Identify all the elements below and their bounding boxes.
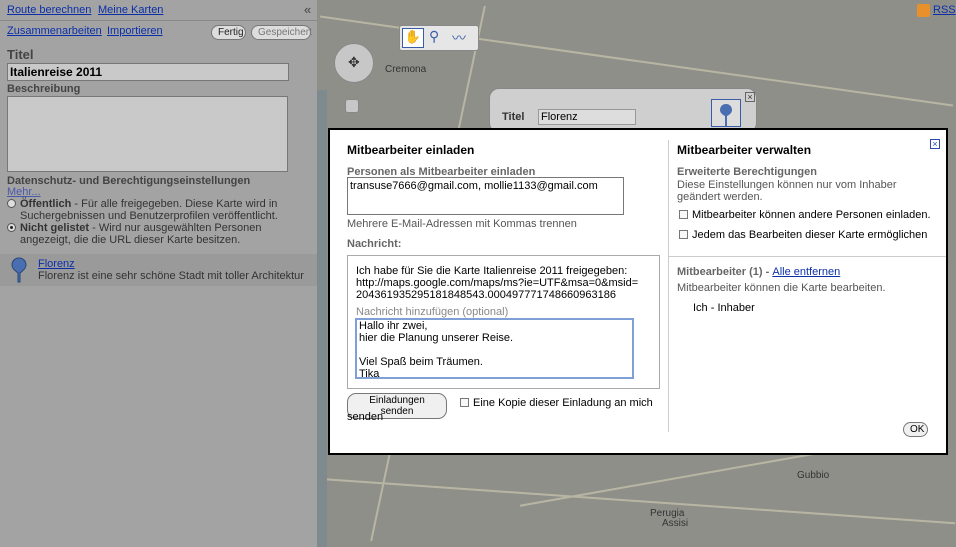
route-link[interactable]: Route berechnen: [7, 4, 91, 16]
left-panel: Route berechnen Meine Karten « Zusammena…: [0, 0, 317, 547]
message-label: Nachricht:: [347, 238, 402, 250]
collapse-icon[interactable]: «: [304, 2, 311, 17]
option-edit-label: Jedem das Bearbeiten dieser Karte ermögl…: [692, 229, 928, 241]
message-box: Ich habe für Sie die Karte Italienreise …: [347, 255, 660, 389]
ok-button[interactable]: OK: [903, 422, 928, 437]
pan-control[interactable]: ✥: [334, 43, 374, 83]
message-line: Ich habe für Sie die Karte Italienreise …: [356, 265, 628, 277]
copy-label: Eine Kopie dieser Einladung an mich send…: [347, 397, 653, 423]
line-tool-icon[interactable]: 〰: [452, 28, 466, 48]
unlisted-label: Nicht gelistet: [20, 222, 90, 234]
info-title-input[interactable]: Florenz: [538, 109, 636, 125]
info-title-label: Titel: [502, 111, 525, 123]
collaborate-link[interactable]: Zusammenarbeiten: [7, 25, 102, 37]
message-line: http://maps.google.com/maps/ms?ie=UTF&ms…: [356, 277, 639, 289]
option-invite[interactable]: Mitbearbeiter können andere Personen ein…: [679, 209, 931, 221]
advanced-label: Erweiterte Berechtigungen: [677, 166, 817, 178]
copy-option[interactable]: Eine Kopie dieser Einladung an mich send…: [347, 396, 657, 424]
my-maps-link[interactable]: Meine Karten: [98, 4, 163, 16]
message-placeholder: Nachricht hinzufügen (optional): [356, 306, 509, 318]
rss-icon[interactable]: [917, 4, 930, 17]
placemark-tool-icon[interactable]: ⚲: [429, 28, 439, 45]
owner-entry: Ich - Inhaber: [693, 302, 755, 314]
invite-hint: Mehrere E-Mail-Adressen mit Kommas trenn…: [347, 218, 577, 230]
import-link[interactable]: Importieren: [107, 25, 163, 37]
map-label: Assisi: [662, 518, 689, 529]
collaborators-desc: Mitbearbeiter können die Karte bearbeite…: [677, 282, 886, 294]
copy-checkbox[interactable]: [460, 398, 469, 407]
place-name-link[interactable]: Florenz: [38, 258, 75, 270]
place-list-item[interactable]: Florenz Florenz ist eine sehr schöne Sta…: [0, 254, 317, 286]
personal-message-textarea[interactable]: Hallo ihr zwei, hier die Planung unserer…: [355, 318, 634, 380]
public-label: Öffentlich: [20, 198, 72, 210]
place-description: Florenz ist eine sehr schöne Stadt mit t…: [38, 270, 304, 282]
invite-emails-input[interactable]: transuse7666@gmail.com, mollie1133@gmail…: [347, 177, 624, 215]
done-button[interactable]: Fertig: [211, 25, 246, 40]
map-label: Cremona: [385, 64, 427, 75]
option-invite-label: Mitbearbeiter können andere Personen ein…: [692, 209, 931, 221]
placemark-style-icon[interactable]: [711, 99, 741, 127]
map-title-input[interactable]: Italienreise 2011: [7, 63, 289, 81]
privacy-heading: Datenschutz- und Berechtigungseinstellun…: [7, 175, 251, 187]
radio-unlisted[interactable]: [7, 223, 16, 232]
pan-hand-icon: ✥: [348, 54, 360, 70]
info-window: Titel Florenz ×: [489, 88, 757, 133]
description-textarea[interactable]: [7, 96, 288, 172]
radio-public[interactable]: [7, 199, 16, 208]
public-option[interactable]: Öffentlich - Für alle freigegeben. Diese…: [7, 198, 307, 222]
unlisted-option[interactable]: Nicht gelistet - Wird nur ausgewählten P…: [7, 222, 307, 246]
divider: [0, 20, 317, 21]
hand-tool-icon[interactable]: ✋: [402, 28, 424, 48]
sea: [317, 90, 327, 547]
message-line: 204361935295181848543.000497771748660963…: [356, 289, 616, 301]
advanced-desc: Diese Einstellungen können nur vom Inhab…: [677, 179, 897, 203]
allow-edit-checkbox[interactable]: [679, 230, 688, 239]
collaborators-label: Mitbearbeiter (1) -: [677, 266, 773, 278]
invite-title: Mitbearbeiter einladen: [347, 143, 475, 157]
title-label: Titel: [7, 47, 34, 62]
remove-all-link[interactable]: Alle entfernen: [772, 266, 840, 278]
divider: [668, 140, 669, 432]
dialog-close-icon[interactable]: ×: [930, 139, 940, 149]
map-label: Gubbio: [797, 470, 830, 481]
rss-link[interactable]: RSS: [933, 4, 956, 16]
zoom-in-icon[interactable]: [345, 99, 359, 113]
placemark-icon: [11, 257, 27, 283]
divider: [669, 256, 946, 257]
description-label: Beschreibung: [7, 83, 81, 95]
invite-others-checkbox[interactable]: [679, 210, 688, 219]
option-edit[interactable]: Jedem das Bearbeiten dieser Karte ermögl…: [679, 229, 927, 241]
more-link[interactable]: Mehr...: [7, 186, 41, 198]
info-close-icon[interactable]: ×: [745, 92, 755, 102]
edit-toolbar: ✋ ⚲ 〰: [399, 25, 479, 51]
manage-title: Mitbearbeiter verwalten: [677, 143, 812, 157]
share-dialog: Mitbearbeiter einladen Personen als Mitb…: [328, 128, 948, 455]
saved-button[interactable]: Gespeichert: [251, 25, 312, 40]
